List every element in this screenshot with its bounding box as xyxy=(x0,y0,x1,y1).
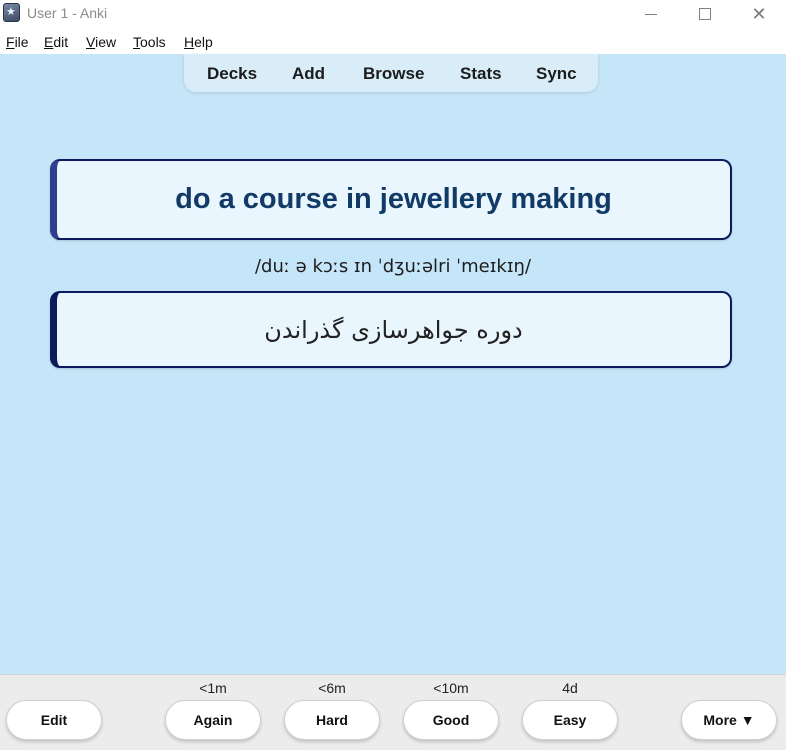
window-title: User 1 - Anki xyxy=(27,5,108,21)
minimize-icon xyxy=(645,13,657,15)
pronunciation-text: /duː ə kɔːs ɪn ˈdʒuːəlri ˈmeɪkɪŋ/ xyxy=(254,256,532,277)
title-bar: User 1 - Anki ✕ xyxy=(0,0,786,28)
answer-bar: Edit <1m Again <6m Hard <10m Good 4d Eas… xyxy=(0,674,786,750)
main-toolbar: Decks Add Browse Stats Sync xyxy=(184,54,598,92)
card-front-box: do a course in jewellery making xyxy=(50,159,732,240)
menu-bar: File Edit View Tools Help xyxy=(0,28,786,54)
menu-edit[interactable]: Edit xyxy=(44,34,68,50)
menu-help[interactable]: Help xyxy=(184,34,213,50)
close-icon: ✕ xyxy=(751,3,767,25)
card-front-text: do a course in jewellery making xyxy=(175,183,612,215)
toolbar-browse[interactable]: Browse xyxy=(363,64,424,84)
again-interval: <1m xyxy=(199,680,227,696)
hard-button[interactable]: Hard xyxy=(284,700,380,740)
toolbar-sync[interactable]: Sync xyxy=(536,64,577,84)
toolbar-decks[interactable]: Decks xyxy=(207,64,257,84)
hard-interval: <6m xyxy=(318,680,346,696)
card-back-text: دوره جواهرسازی گذراندن xyxy=(264,315,523,344)
close-button[interactable]: ✕ xyxy=(732,0,786,28)
maximize-button[interactable] xyxy=(678,0,732,28)
edit-button[interactable]: Edit xyxy=(6,700,102,740)
easy-button[interactable]: Easy xyxy=(522,700,618,740)
maximize-icon xyxy=(699,8,711,20)
toolbar-stats[interactable]: Stats xyxy=(460,64,502,84)
easy-interval: 4d xyxy=(562,680,578,696)
minimize-button[interactable] xyxy=(624,0,678,28)
good-button[interactable]: Good xyxy=(403,700,499,740)
menu-view[interactable]: View xyxy=(86,34,116,50)
toolbar-add[interactable]: Add xyxy=(292,64,325,84)
good-interval: <10m xyxy=(433,680,469,696)
card-back-box: دوره جواهرسازی گذراندن xyxy=(50,291,732,368)
menu-tools[interactable]: Tools xyxy=(133,34,166,50)
more-button[interactable]: More ▼ xyxy=(681,700,777,740)
menu-file[interactable]: File xyxy=(6,34,29,50)
anki-app-icon xyxy=(3,3,20,22)
again-button[interactable]: Again xyxy=(165,700,261,740)
